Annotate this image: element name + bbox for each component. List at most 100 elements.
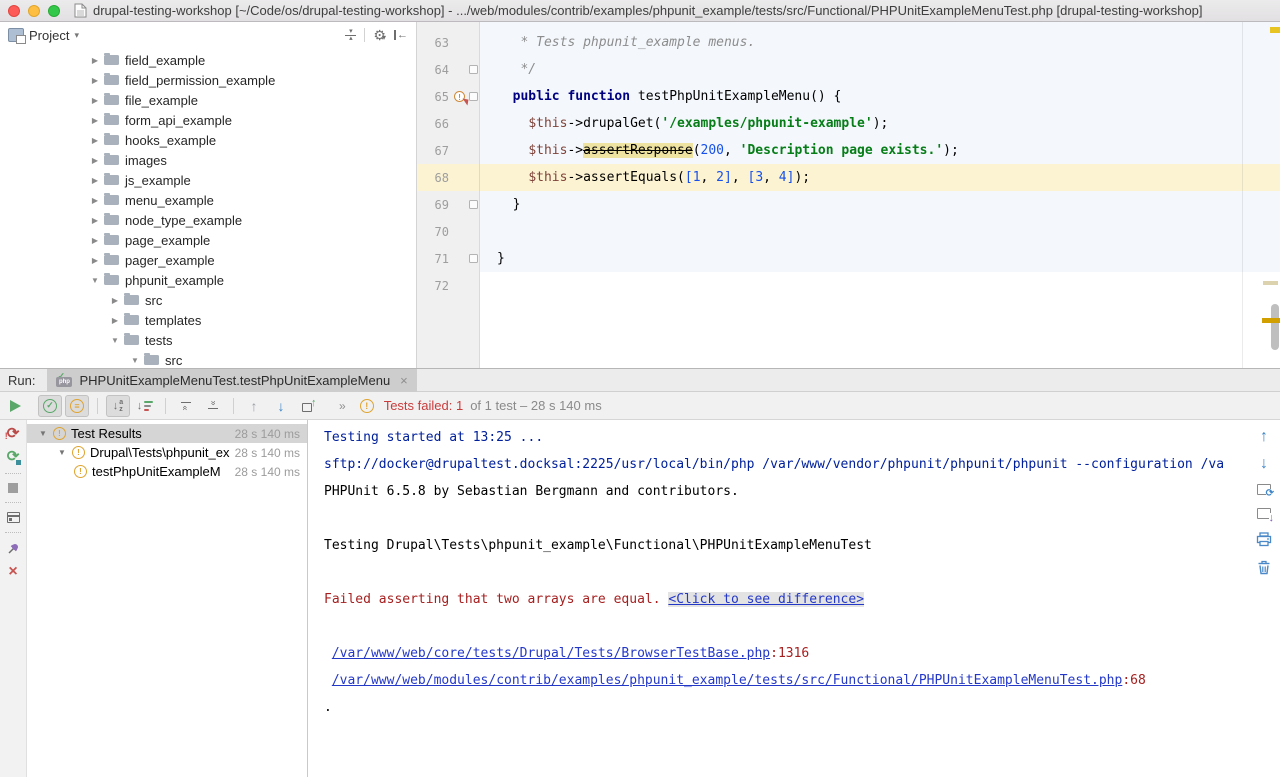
tree-item[interactable]: ▶field_permission_example: [0, 70, 416, 90]
tree-item[interactable]: ▶field_example: [0, 50, 416, 70]
code-text[interactable]: [480, 218, 1280, 245]
test-tree-item[interactable]: ▼!Test Results28 s 140 ms: [27, 424, 307, 443]
pin-icon[interactable]: [6, 542, 20, 556]
open-results-icon[interactable]: ↓: [1257, 508, 1271, 519]
settings-gear-icon[interactable]: ⚙▾: [373, 28, 386, 43]
collapse-arrow-icon[interactable]: ▼: [37, 429, 49, 438]
test-failed-gutter-icon[interactable]: !: [454, 91, 465, 102]
expand-arrow-icon[interactable]: ▶: [90, 116, 100, 125]
tree-item[interactable]: ▶templates: [0, 310, 416, 330]
tree-item[interactable]: ▶src: [0, 290, 416, 310]
fold-marker-icon[interactable]: [469, 92, 478, 101]
tree-item[interactable]: ▶page_example: [0, 230, 416, 250]
tree-item[interactable]: ▶file_example: [0, 90, 416, 110]
close-tab-icon[interactable]: ×: [400, 373, 408, 388]
expand-arrow-icon[interactable]: ▶: [110, 296, 120, 305]
next-failed-test-button[interactable]: ↓: [269, 395, 293, 417]
rerun-icon[interactable]: ⟳: [7, 450, 20, 464]
code-text[interactable]: $this->assertEquals([1, 2], [3, 4]);: [480, 164, 1280, 191]
sort-by-duration-button[interactable]: ↓: [133, 395, 157, 417]
expand-arrow-icon[interactable]: ▶: [90, 76, 100, 85]
code-text[interactable]: public function testPhpUnitExampleMenu()…: [480, 83, 1280, 110]
tree-item-label: node_type_example: [125, 213, 242, 228]
trash-icon[interactable]: [1257, 560, 1271, 575]
tree-item[interactable]: ▶ node_type_example: [0, 210, 416, 230]
stacktrace-link[interactable]: /var/www/web/modules/contrib/examples/ph…: [332, 673, 1123, 688]
soft-wrap-icon[interactable]: ⟳: [1257, 484, 1271, 495]
code-text[interactable]: */: [480, 56, 1280, 83]
console-text: Failed asserting that two arrays are equ…: [324, 592, 668, 607]
tree-item[interactable]: ▶form_api_example: [0, 110, 416, 130]
expand-arrow-icon[interactable]: ▶: [90, 136, 100, 145]
more-actions-icon[interactable]: »: [339, 399, 347, 413]
collapse-arrow-icon[interactable]: ▼: [130, 356, 140, 365]
stacktrace-link[interactable]: /var/www/web/core/tests/Drupal/Tests/Bro…: [332, 646, 770, 661]
chevron-down-icon[interactable]: ▾: [74, 30, 79, 41]
code-editor[interactable]: 63 * Tests phpunit_example menus.64 */65…: [417, 22, 1280, 368]
code-text[interactable]: $this->drupalGet('/examples/phpunit-exam…: [480, 110, 1280, 137]
gutter-cell: 71: [417, 245, 480, 272]
tree-item[interactable]: ▼src: [0, 350, 416, 368]
collapse-arrow-icon[interactable]: ▼: [90, 276, 100, 285]
scroll-from-source-icon[interactable]: ▾▴: [345, 30, 356, 41]
expand-arrow-icon[interactable]: ▶: [110, 316, 120, 325]
test-tree-item[interactable]: ▼!Drupal\Tests\phpunit_ex28 s 140 ms: [27, 443, 307, 462]
fold-slot: [467, 254, 479, 263]
collapse-arrow-icon[interactable]: ▼: [56, 448, 68, 457]
collapse-arrow-icon[interactable]: ▼: [110, 336, 120, 345]
code-text[interactable]: * Tests phpunit_example menus.: [480, 29, 1280, 56]
import-test-results-button[interactable]: ↑: [296, 395, 320, 417]
hide-panel-icon[interactable]: ←: [394, 30, 408, 40]
expand-arrow-icon[interactable]: ▶: [90, 96, 100, 105]
rerun-button[interactable]: [10, 400, 21, 412]
fold-marker-icon[interactable]: [469, 254, 478, 263]
fold-slot: [467, 200, 479, 209]
expand-all-button[interactable]: «: [174, 395, 198, 417]
tree-item[interactable]: ▼tests: [0, 330, 416, 350]
code-text[interactable]: $this->assertResponse(200, 'Description …: [480, 137, 1280, 164]
code-token: );: [794, 170, 810, 185]
show-passed-button[interactable]: ✓: [38, 395, 62, 417]
code-text[interactable]: }: [480, 245, 1280, 272]
expand-arrow-icon[interactable]: ▶: [90, 256, 100, 265]
sort-alphabetically-button[interactable]: ↓az: [106, 395, 130, 417]
fold-marker-icon[interactable]: [469, 65, 478, 74]
test-tree-item[interactable]: !testPhpUnitExampleM28 s 140 ms: [27, 462, 307, 481]
close-icon[interactable]: ×: [8, 565, 17, 579]
close-window-button[interactable]: [8, 5, 20, 17]
collapse-all-button[interactable]: «: [201, 395, 225, 417]
tree-item[interactable]: ▶images: [0, 150, 416, 170]
show-ignored-button[interactable]: ≡: [65, 395, 89, 417]
tree-item[interactable]: ▶js_example: [0, 170, 416, 190]
tree-item[interactable]: ▶hooks_example: [0, 130, 416, 150]
fold-marker-icon[interactable]: [469, 200, 478, 209]
arrow-up-icon[interactable]: ↑: [1260, 430, 1268, 444]
editor-scrollbar-thumb[interactable]: [1271, 304, 1279, 350]
code-token: assertResponse: [583, 143, 693, 158]
tree-item[interactable]: ▶pager_example: [0, 250, 416, 270]
restore-layout-icon[interactable]: [7, 512, 20, 523]
console-line: [324, 559, 1248, 586]
expand-arrow-icon[interactable]: ▶: [90, 196, 100, 205]
expand-arrow-icon[interactable]: ▶: [90, 56, 100, 65]
expand-arrow-icon[interactable]: ▶: [90, 236, 100, 245]
project-panel-title[interactable]: Project: [29, 28, 69, 43]
code-text[interactable]: }: [480, 191, 1280, 218]
code-text[interactable]: [480, 272, 1280, 299]
rerun-failed-tests-icon[interactable]: ⟳!: [7, 427, 20, 441]
previous-failed-test-button[interactable]: ↑: [242, 395, 266, 417]
zoom-window-button[interactable]: [48, 5, 60, 17]
expand-arrow-icon[interactable]: ▶: [90, 176, 100, 185]
expand-arrow-icon[interactable]: ▶: [90, 216, 100, 225]
expand-arrow-icon[interactable]: ▶: [90, 156, 100, 165]
arrow-down-icon[interactable]: ↓: [1260, 457, 1268, 471]
test-console-output[interactable]: Testing started at 13:25 ...sftp://docke…: [308, 420, 1248, 777]
printer-icon[interactable]: [1256, 532, 1272, 547]
minimize-window-button[interactable]: [28, 5, 40, 17]
stop-icon[interactable]: [8, 483, 18, 493]
run-side-toolbar: ⟳! ⟳ ×: [0, 420, 27, 777]
tree-item[interactable]: ▶menu_example: [0, 190, 416, 210]
stacktrace-link[interactable]: <Click to see difference>: [668, 592, 864, 607]
tree-item[interactable]: ▼phpunit_example: [0, 270, 416, 290]
run-configuration-tab[interactable]: ✓ php PHPUnitExampleMenuTest.testPhpUnit…: [47, 369, 416, 392]
